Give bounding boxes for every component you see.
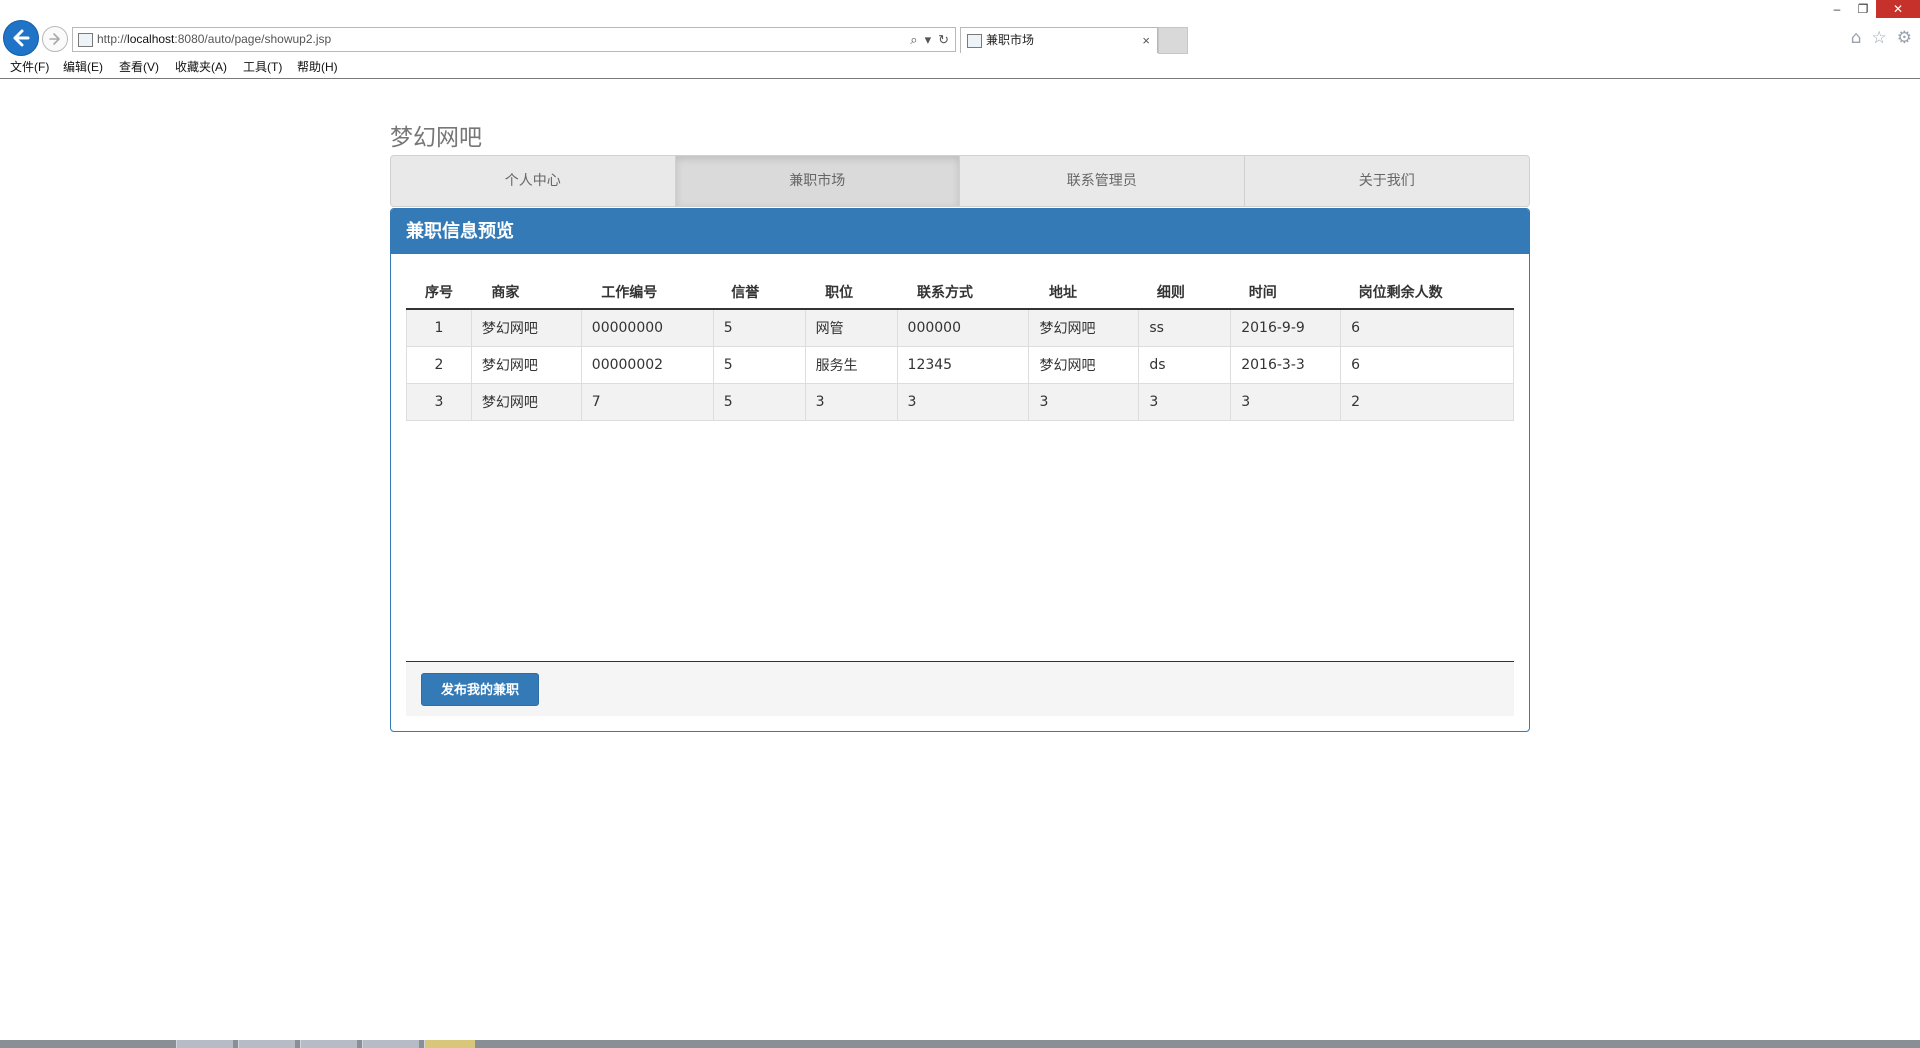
address-bar[interactable]: http://localhost:8080/auto/page/showup2.… [72, 27, 956, 52]
cell-details: ds [1138, 346, 1232, 384]
nav-contact-admin[interactable]: 联系管理员 [960, 156, 1245, 206]
cell-remaining: 2 [1340, 383, 1514, 421]
cell-position: 服务生 [804, 346, 898, 384]
col-header-details: 细则 [1138, 272, 1231, 310]
menu-edit[interactable]: 编辑(E) [63, 56, 103, 78]
cell-time: 2016-9-9 [1230, 308, 1342, 347]
col-header-time: 时间 [1230, 272, 1341, 310]
cell-address: 梦幻网吧 [1028, 346, 1140, 384]
browser-toolbar-icons: ⌂ ☆ ⚙ [1841, 28, 1912, 48]
browser-tab[interactable]: 兼职市场 × [960, 27, 1158, 53]
col-header-address: 地址 [1028, 272, 1139, 310]
taskbar-app-slot[interactable] [238, 1040, 295, 1048]
table-row: 2 梦幻网吧 00000002 5 服务生 12345 梦幻网吧 ds 2016… [406, 346, 1514, 384]
menu-bar: 文件(F) 编辑(E) 查看(V) 收藏夹(A) 工具(T) 帮助(H) [0, 56, 1920, 79]
site-brand[interactable]: 梦幻网吧 [390, 118, 482, 152]
address-tools: ⌕ ▾ ↻ [903, 28, 949, 51]
cell-contact: 000000 [896, 308, 1030, 347]
address-url[interactable]: http://localhost:8080/auto/page/showup2.… [97, 28, 331, 51]
cell-merchant: 梦幻网吧 [470, 308, 582, 347]
browser-chrome: http://localhost:8080/auto/page/showup2.… [0, 0, 1920, 56]
menu-tools[interactable]: 工具(T) [243, 56, 282, 78]
nav-job-market[interactable]: 兼职市场 [675, 156, 960, 206]
menu-help[interactable]: 帮助(H) [297, 56, 338, 78]
back-button[interactable] [3, 20, 39, 56]
cell-credit: 5 [712, 308, 806, 347]
cell-time: 2016-3-3 [1230, 346, 1342, 384]
arrow-left-icon [13, 29, 30, 47]
publish-job-button[interactable]: 发布我的兼职 [421, 673, 539, 706]
arrow-right-icon [49, 33, 60, 45]
cell-index: 1 [406, 308, 472, 347]
forward-button[interactable] [42, 26, 68, 52]
nav-about-us[interactable]: 关于我们 [1245, 156, 1530, 206]
new-tab-button[interactable] [1158, 27, 1188, 54]
cell-index: 2 [406, 346, 472, 384]
col-header-remaining: 岗位剩余人数 [1340, 272, 1514, 310]
cell-contact: 3 [896, 383, 1030, 421]
job-preview-panel: 兼职信息预览 序号 商家 工作编号 信誉 职位 联系方式 地址 细则 时间 岗位… [390, 208, 1530, 732]
col-header-merchant: 商家 [471, 272, 582, 310]
menu-view[interactable]: 查看(V) [119, 56, 159, 78]
cell-job-id: 00000002 [580, 346, 714, 384]
job-table-wrapper: 序号 商家 工作编号 信誉 职位 联系方式 地址 细则 时间 岗位剩余人数 1 … [406, 272, 1514, 421]
cell-merchant: 梦幻网吧 [470, 383, 582, 421]
minimize-button[interactable]: – [1824, 0, 1850, 18]
cell-position: 网管 [804, 308, 898, 347]
url-host: localhost [127, 32, 175, 46]
panel-title: 兼职信息预览 [391, 209, 1529, 254]
main-nav: 个人中心 兼职市场 联系管理员 关于我们 [390, 155, 1530, 207]
taskbar-app-slot[interactable] [362, 1040, 419, 1048]
cell-time: 3 [1230, 383, 1342, 421]
col-header-index: 序号 [406, 272, 472, 310]
close-window-button[interactable]: ✕ [1876, 0, 1920, 18]
cell-job-id: 00000000 [580, 308, 714, 347]
chrome-divider [0, 78, 1920, 79]
favorites-star-icon[interactable]: ☆ [1872, 28, 1887, 48]
window-controls: – ❐ ✕ [1824, 0, 1920, 18]
refresh-icon[interactable]: ↻ [938, 32, 949, 47]
panel-footer: 发布我的兼职 [406, 661, 1514, 716]
nav-personal-center[interactable]: 个人中心 [391, 156, 676, 206]
cell-merchant: 梦幻网吧 [470, 346, 582, 384]
chevron-down-icon[interactable]: ▾ [925, 32, 932, 47]
col-header-contact: 联系方式 [897, 272, 1029, 310]
settings-gear-icon[interactable]: ⚙ [1897, 28, 1912, 48]
cell-details: 3 [1138, 383, 1232, 421]
cell-address: 3 [1028, 383, 1140, 421]
page-favicon-icon [78, 33, 93, 47]
cell-contact: 12345 [896, 346, 1030, 384]
cell-position: 3 [804, 383, 898, 421]
col-header-position: 职位 [805, 272, 898, 310]
menu-favorites[interactable]: 收藏夹(A) [175, 56, 227, 78]
home-icon[interactable]: ⌂ [1851, 28, 1862, 48]
tab-favicon-icon [967, 34, 982, 48]
job-table: 序号 商家 工作编号 信誉 职位 联系方式 地址 细则 时间 岗位剩余人数 1 … [406, 272, 1514, 421]
tab-title: 兼职市场 [986, 33, 1035, 47]
table-row: 1 梦幻网吧 00000000 5 网管 000000 梦幻网吧 ss 2016… [406, 308, 1514, 347]
cell-credit: 5 [712, 383, 806, 421]
cell-credit: 5 [712, 346, 806, 384]
url-path: :8080/auto/page/showup2.jsp [174, 32, 332, 46]
table-row: 3 梦幻网吧 7 5 3 3 3 3 3 2 [406, 383, 1514, 421]
col-header-credit: 信誉 [713, 272, 806, 310]
cell-remaining: 6 [1340, 346, 1514, 384]
cell-job-id: 7 [580, 383, 714, 421]
taskbar-app-slot[interactable] [300, 1040, 357, 1048]
taskbar-app-slot[interactable] [424, 1040, 475, 1048]
restore-button[interactable]: ❐ [1850, 0, 1876, 18]
table-header-row: 序号 商家 工作编号 信誉 职位 联系方式 地址 细则 时间 岗位剩余人数 [406, 272, 1514, 310]
taskbar-app-slot[interactable] [176, 1040, 233, 1048]
col-header-job-id: 工作编号 [581, 272, 714, 310]
search-icon[interactable]: ⌕ [910, 32, 917, 47]
cell-details: ss [1138, 308, 1232, 347]
cell-remaining: 6 [1340, 308, 1514, 347]
url-scheme: http:// [97, 32, 128, 46]
cell-address: 梦幻网吧 [1028, 308, 1140, 347]
menu-file[interactable]: 文件(F) [10, 56, 49, 78]
cell-index: 3 [406, 383, 472, 421]
tab-close-icon[interactable]: × [1142, 28, 1150, 53]
